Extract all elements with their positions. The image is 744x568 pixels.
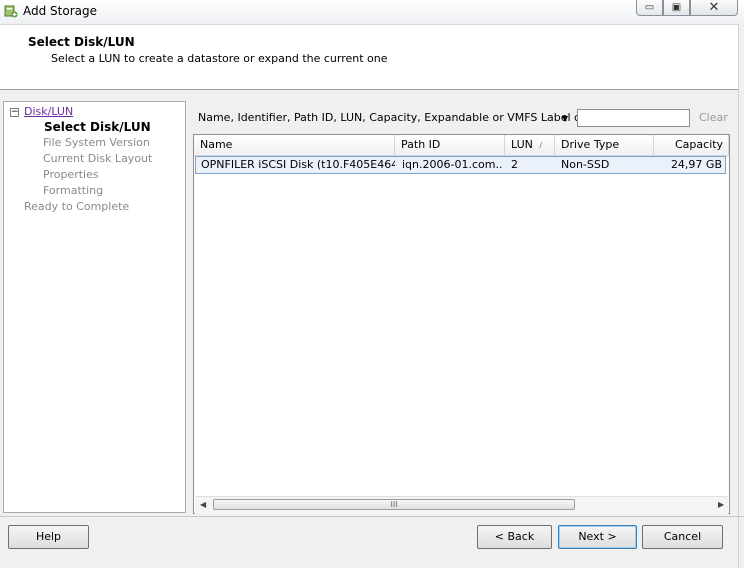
title-bar: Add Storage ▭ ▣ ✕ (0, 0, 744, 25)
collapse-icon[interactable]: − (10, 108, 19, 117)
filter-field-dropdown[interactable]: Name, Identifier, Path ID, LUN, Capacity… (198, 111, 591, 124)
column-header-lun[interactable]: LUN / (505, 135, 555, 155)
table-row[interactable]: OPNFILER iSCSI Disk (t10.F405E464... iqn… (195, 156, 726, 174)
close-icon: ✕ (708, 0, 720, 15)
close-button[interactable]: ✕ (690, 0, 738, 16)
cell-name: OPNFILER iSCSI Disk (t10.F405E464... (201, 158, 395, 171)
window-edge (738, 24, 744, 568)
maximize-icon: ▣ (671, 2, 682, 13)
nav-item-properties: Properties (43, 168, 99, 181)
dropdown-arrow-icon[interactable]: ▼ (562, 114, 568, 123)
nav-item-file-system-version: File System Version (43, 136, 150, 149)
minimize-button[interactable]: ▭ (636, 0, 663, 16)
next-button[interactable]: Next > (558, 525, 637, 549)
page-subtitle: Select a LUN to create a datastore or ex… (51, 52, 388, 65)
add-storage-icon (4, 5, 18, 18)
nav-item-formatting: Formatting (43, 184, 104, 197)
cell-capacity: 24,97 GB (670, 158, 722, 171)
column-header-lun-label: LUN (511, 138, 533, 151)
maximize-button[interactable]: ▣ (663, 0, 690, 16)
cell-drive-type: Non-SSD (561, 158, 610, 171)
cell-lun: 2 (511, 158, 518, 171)
lun-table: Name Path ID LUN / Drive Type Capacity O… (193, 134, 730, 514)
column-header-drive-type[interactable]: Drive Type (555, 135, 654, 155)
minimize-icon: ▭ (644, 2, 655, 13)
back-button[interactable]: < Back (477, 525, 552, 549)
window-title: Add Storage (23, 4, 97, 18)
search-input[interactable] (577, 109, 690, 127)
scroll-left-icon[interactable]: ◀ (200, 500, 206, 509)
help-button[interactable]: Help (8, 525, 89, 549)
nav-item-current-disk-layout: Current Disk Layout (43, 152, 153, 165)
wizard-header: Select Disk/LUN Select a LUN to create a… (0, 25, 744, 90)
horizontal-scrollbar[interactable]: ◀ III ▶ (195, 496, 728, 514)
sort-ascending-icon: / (539, 141, 543, 150)
scroll-thumb[interactable]: III (213, 499, 575, 510)
scroll-right-icon[interactable]: ▶ (718, 500, 724, 509)
wizard-steps-nav: − Disk/LUN Select Disk/LUN File System V… (3, 101, 186, 513)
clear-link[interactable]: Clear (699, 111, 728, 124)
footer-divider (0, 516, 744, 517)
nav-section-disk-lun[interactable]: Disk/LUN (24, 105, 73, 118)
column-header-name[interactable]: Name (194, 135, 395, 155)
cancel-button[interactable]: Cancel (642, 525, 723, 549)
nav-item-ready-to-complete: Ready to Complete (24, 200, 130, 213)
cell-path-id: iqn.2006-01.com.... (402, 158, 502, 171)
column-header-capacity[interactable]: Capacity (654, 135, 729, 155)
table-header: Name Path ID LUN / Drive Type Capacity (194, 135, 729, 156)
nav-item-select-disk-lun: Select Disk/LUN (44, 120, 151, 134)
page-title: Select Disk/LUN (28, 35, 135, 49)
column-header-path-id[interactable]: Path ID (395, 135, 505, 155)
